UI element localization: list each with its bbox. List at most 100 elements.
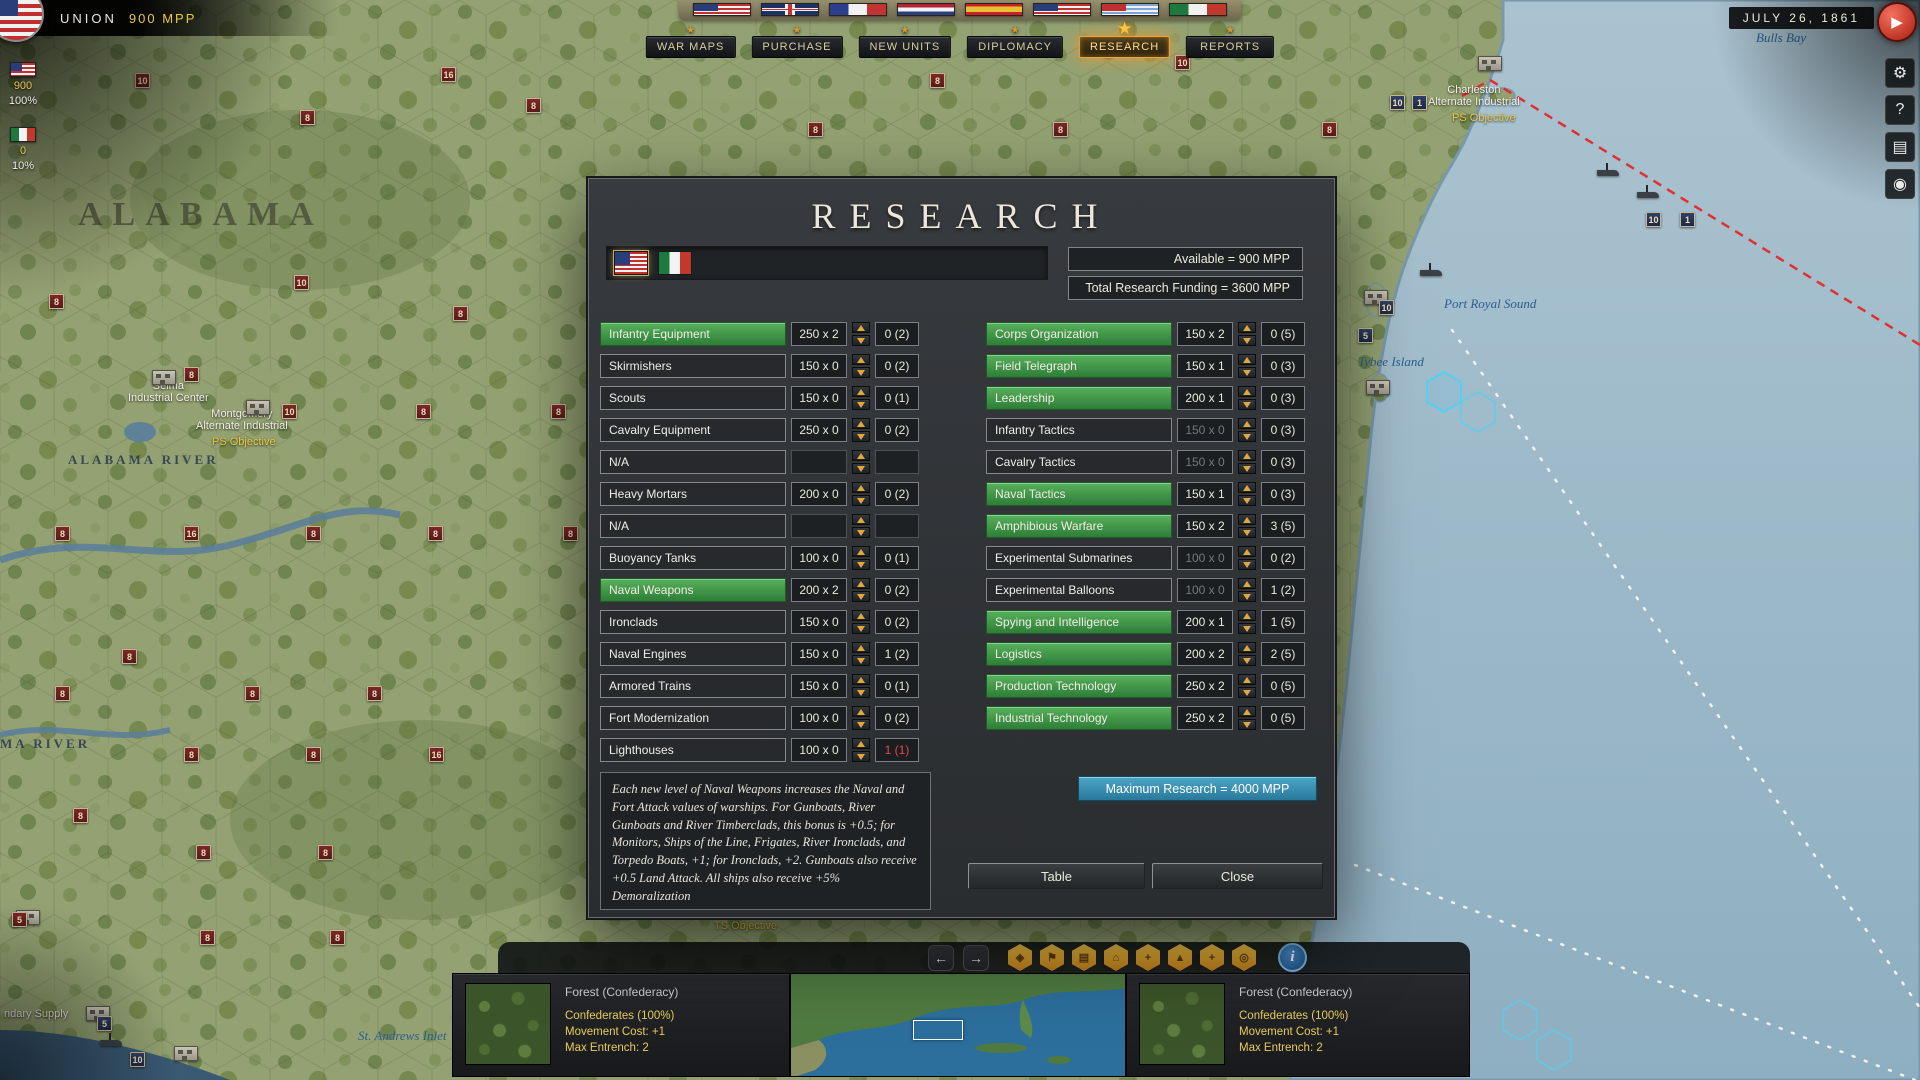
menu-item[interactable]: ★ War Maps [646,26,736,58]
spinner-down-icon[interactable] [1238,591,1256,602]
spinner-up-icon[interactable] [1238,354,1256,365]
unit-marker[interactable]: 8 [551,404,566,419]
research-item-name[interactable]: Production Technology [986,674,1172,698]
ship-icon[interactable] [1597,170,1619,176]
unit-marker[interactable]: 8 [306,747,321,762]
spinner-down-icon[interactable] [852,751,870,762]
spinner-down-icon[interactable] [852,687,870,698]
spinner-up-icon[interactable] [852,706,870,717]
unit-marker[interactable]: 8 [55,526,70,541]
spinner-up-icon[interactable] [852,578,870,589]
unit-marker[interactable]: 8 [526,98,541,113]
research-item-name[interactable]: N/A [600,514,786,538]
city-icon[interactable] [174,1046,198,1061]
unit-marker[interactable]: 5 [1358,328,1373,343]
spinner-up-icon[interactable] [852,450,870,461]
unit-marker[interactable]: 16 [184,526,199,541]
unit-marker[interactable]: 16 [429,747,444,762]
spinner-up-icon[interactable] [1238,642,1256,653]
spinner-down-icon[interactable] [852,559,870,570]
flag-icon[interactable] [1101,3,1159,16]
unit-marker[interactable]: 8 [367,686,382,701]
research-item-name[interactable]: Industrial Technology [986,706,1172,730]
hex-action-button[interactable]: + [1136,944,1160,971]
spinner-down-icon[interactable] [1238,527,1256,538]
research-item-name[interactable]: Infantry Equipment [600,322,786,346]
unit-marker[interactable]: 10 [1379,300,1394,315]
spinner-up-icon[interactable] [1238,322,1256,333]
unit-marker[interactable]: 10 [294,275,309,290]
mexico-country-tab[interactable] [658,251,692,275]
unit-marker[interactable]: 8 [1322,122,1337,137]
unit-marker[interactable]: 10 [130,1052,145,1067]
unit-marker[interactable]: 8 [808,122,823,137]
unit-marker[interactable]: 10 [1390,95,1405,110]
menu-item[interactable]: ★ Purchase [751,26,842,58]
spinner-down-icon[interactable] [1238,367,1256,378]
spinner-down-icon[interactable] [852,719,870,730]
research-item-name[interactable]: Buoyancy Tanks [600,546,786,570]
spinner-down-icon[interactable] [1238,623,1256,634]
end-turn-button[interactable]: ▶ [1877,2,1917,42]
unit-marker[interactable]: 8 [300,110,315,125]
unit-marker[interactable]: 1 [1412,95,1427,110]
research-item-name[interactable]: Armored Trains [600,674,786,698]
unit-marker[interactable]: 10 [135,73,150,88]
hex-action-button[interactable]: ▤ [1072,944,1096,971]
research-item-name[interactable]: Heavy Mortars [600,482,786,506]
settings-button[interactable]: ⚙ [1885,58,1915,88]
research-item-name[interactable]: Leadership [986,386,1172,410]
unit-marker[interactable]: 5 [12,912,27,927]
unit-marker[interactable]: 8 [330,930,345,945]
flag-icon[interactable] [829,3,887,16]
research-item-name[interactable]: Naval Weapons [600,578,786,602]
research-item-name[interactable]: N/A [600,450,786,474]
research-item-name[interactable]: Ironclads [600,610,786,634]
flag-icon[interactable] [965,3,1023,16]
usa-country-tab[interactable] [614,251,648,275]
menu-item[interactable]: ★ Research [1079,22,1170,58]
spinner-down-icon[interactable] [852,655,870,666]
spinner-down-icon[interactable] [852,591,870,602]
hex-action-button[interactable]: ⌂ [1104,944,1128,971]
unit-marker[interactable]: 16 [441,67,456,82]
flag-icon[interactable] [897,3,955,16]
spinner-up-icon[interactable] [852,610,870,621]
research-item-name[interactable]: Corps Organization [986,322,1172,346]
spinner-down-icon[interactable] [1238,495,1256,506]
spinner-down-icon[interactable] [1238,335,1256,346]
research-item-name[interactable]: Experimental Submarines [986,546,1172,570]
spinner-up-icon[interactable] [852,354,870,365]
research-item-name[interactable]: Lighthouses [600,738,786,762]
research-item-name[interactable]: Fort Modernization [600,706,786,730]
spinner-up-icon[interactable] [852,322,870,333]
spinner-down-icon[interactable] [852,335,870,346]
research-item-name[interactable]: Amphibious Warfare [986,514,1172,538]
unit-marker[interactable]: 8 [73,808,88,823]
research-item-name[interactable]: Cavalry Equipment [600,418,786,442]
spinner-down-icon[interactable] [852,527,870,538]
hex-action-button[interactable]: ◈ [1008,944,1032,971]
next-unit-button[interactable]: → [963,945,989,971]
spinner-up-icon[interactable] [1238,546,1256,557]
research-item-name[interactable]: Field Telegraph [986,354,1172,378]
research-item-name[interactable]: Skirmishers [600,354,786,378]
hex-action-button[interactable]: ⚑ [1040,944,1064,971]
unit-marker[interactable]: 8 [930,73,945,88]
research-item-name[interactable]: Scouts [600,386,786,410]
spinner-up-icon[interactable] [1238,482,1256,493]
menu-item[interactable]: ★ New Units [858,26,951,58]
hex-action-button[interactable]: + [1200,944,1224,971]
close-button[interactable]: Close [1152,863,1323,889]
flag-icon[interactable] [761,3,819,16]
menu-item[interactable]: ★ Reports [1186,26,1274,58]
spinner-up-icon[interactable] [1238,578,1256,589]
unit-marker[interactable]: 8 [306,526,321,541]
unit-marker[interactable]: 8 [245,686,260,701]
spinner-down-icon[interactable] [1238,399,1256,410]
unit-marker[interactable]: 8 [55,686,70,701]
ship-icon[interactable] [1420,270,1442,276]
unit-marker[interactable]: 8 [453,306,468,321]
research-item-name[interactable]: Infantry Tactics [986,418,1172,442]
info-button[interactable]: i [1278,943,1307,972]
